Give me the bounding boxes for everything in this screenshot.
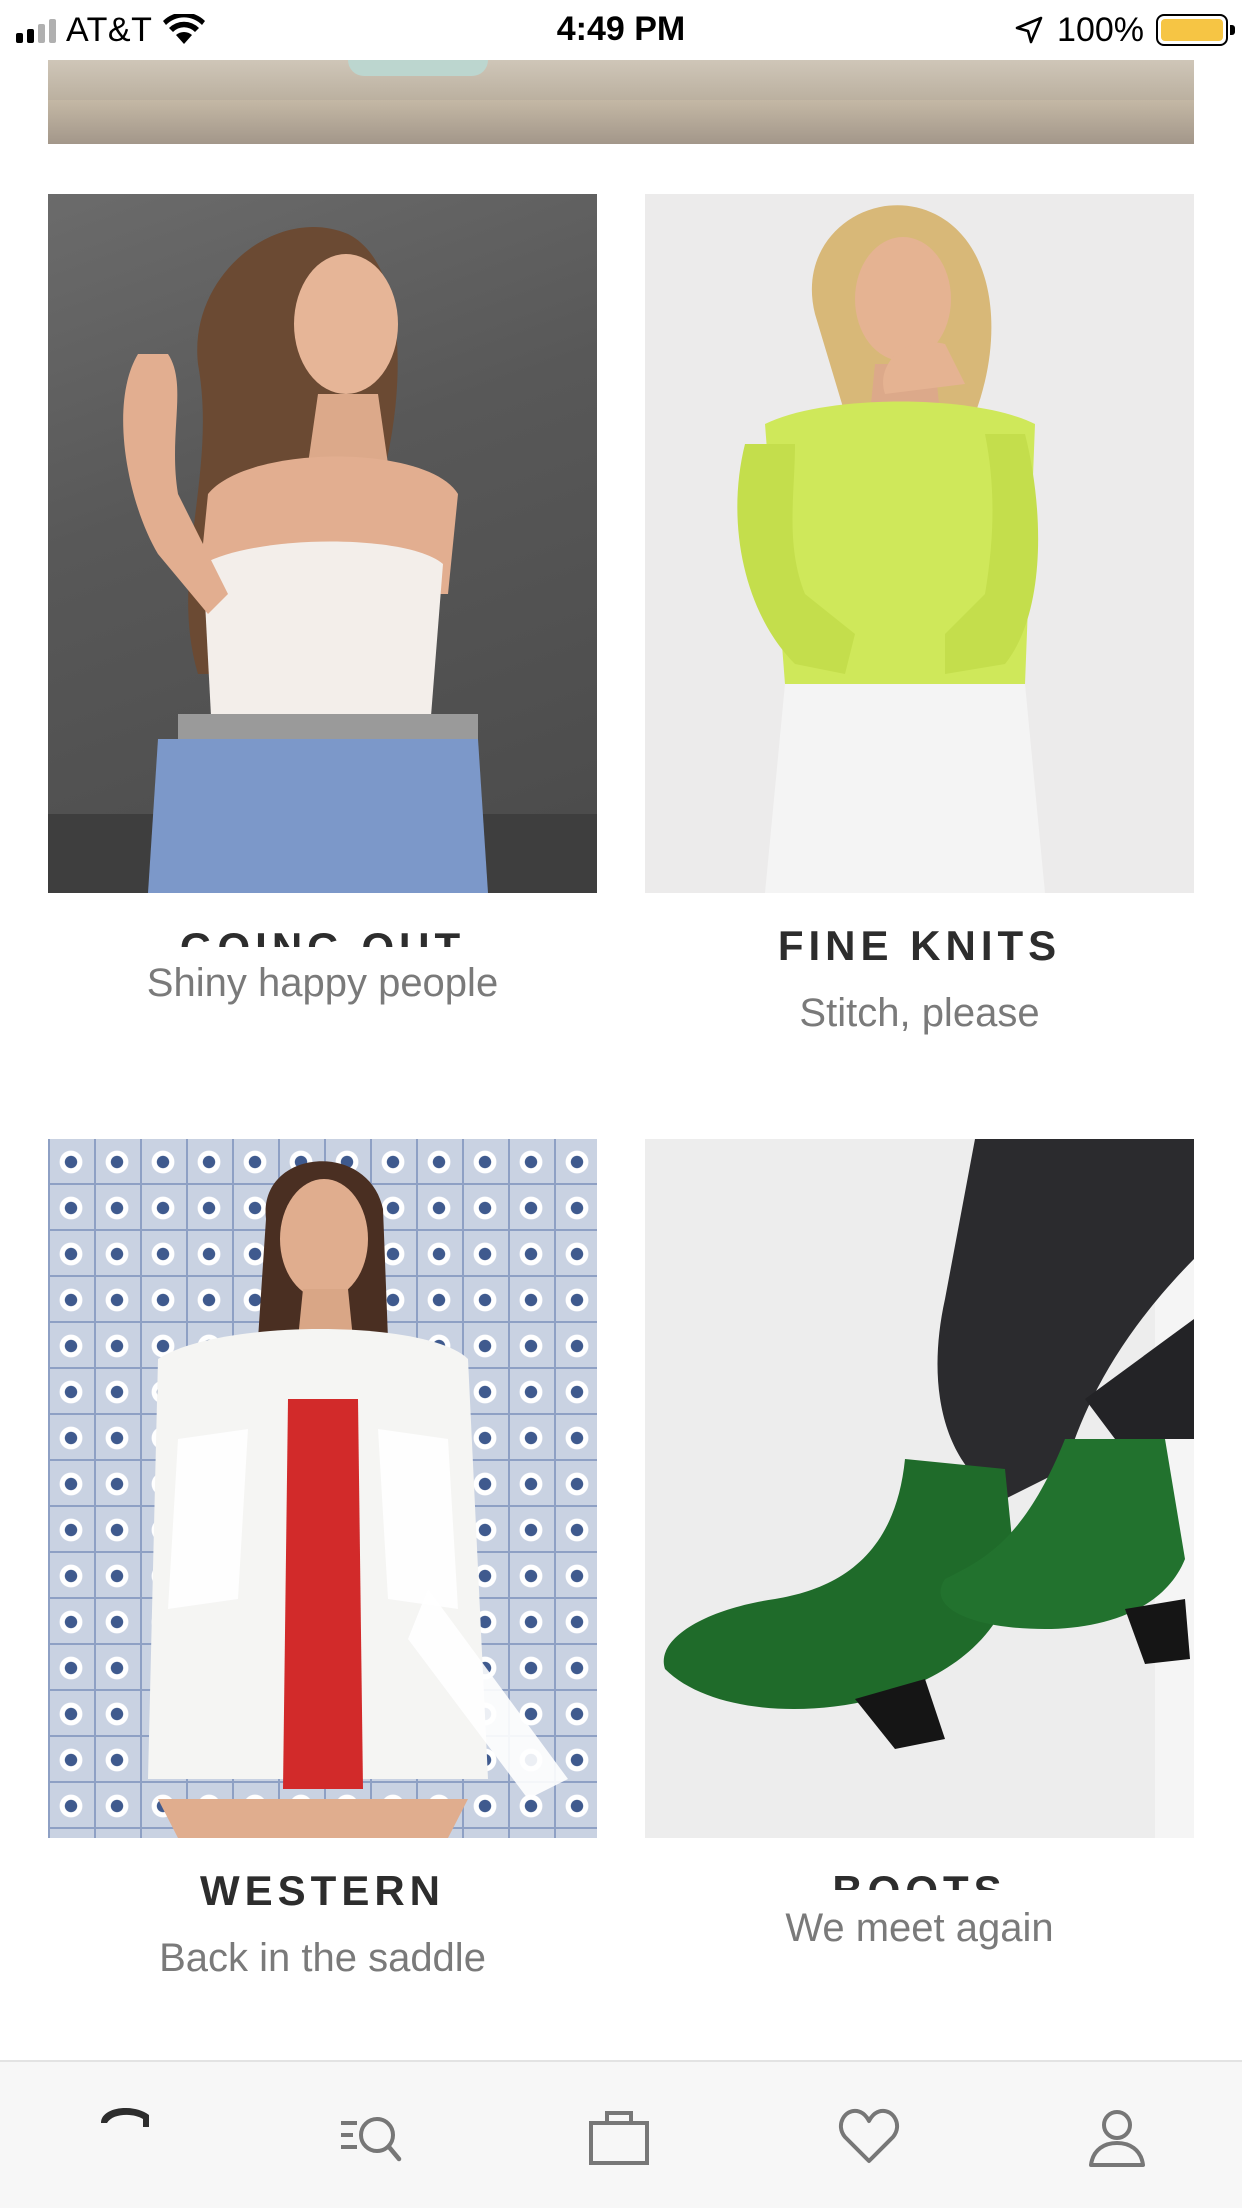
boots-image[interactable]: [645, 1139, 1194, 1838]
home-icon: [101, 2108, 149, 2127]
category-tile-boots[interactable]: BOOTS We meet again: [645, 1139, 1194, 1951]
tile-title: BOOTS: [645, 1864, 1194, 1890]
nav-account[interactable]: [1082, 2102, 1152, 2172]
category-tile-fine-knits[interactable]: FINE KNITS Stitch, please: [645, 194, 1194, 1036]
fine-knits-image[interactable]: [645, 194, 1194, 893]
tile-title: WESTERN: [200, 1867, 445, 1914]
nav-home[interactable]: [90, 2098, 160, 2168]
battery-percent: 100%: [1057, 10, 1144, 49]
going-out-image[interactable]: [48, 194, 597, 893]
previous-tile-image[interactable]: [48, 60, 1194, 144]
bag-icon: [589, 2111, 649, 2165]
heart-icon: [838, 2108, 900, 2163]
status-right: 100%: [1013, 10, 1235, 50]
bottom-navigation: [0, 2060, 1242, 2208]
nav-search[interactable]: [336, 2102, 406, 2172]
nav-saved[interactable]: [834, 2102, 904, 2172]
nav-bag[interactable]: [584, 2102, 654, 2172]
tile-title: GOING OUT: [48, 921, 597, 947]
status-bar: AT&T 4:49 PM 100%: [0, 0, 1242, 60]
battery-icon: [1156, 14, 1235, 46]
location-arrow-icon: [1015, 16, 1043, 44]
tile-subtitle: Shiny happy people: [146, 961, 499, 1005]
tile-subtitle: Stitch, please: [799, 991, 1040, 1035]
tile-subtitle: Back in the saddle: [159, 1936, 486, 1980]
account-icon: [1089, 2110, 1145, 2167]
category-tile-going-out[interactable]: GOING OUT Shiny happy people: [48, 194, 597, 1006]
tile-subtitle: We meet again: [785, 1906, 1054, 1950]
search-icon: [341, 2117, 402, 2162]
category-tile-western[interactable]: WESTERN Back in the saddle: [48, 1139, 597, 1981]
western-image[interactable]: [48, 1139, 597, 1838]
tile-title: FINE KNITS: [777, 922, 1062, 969]
